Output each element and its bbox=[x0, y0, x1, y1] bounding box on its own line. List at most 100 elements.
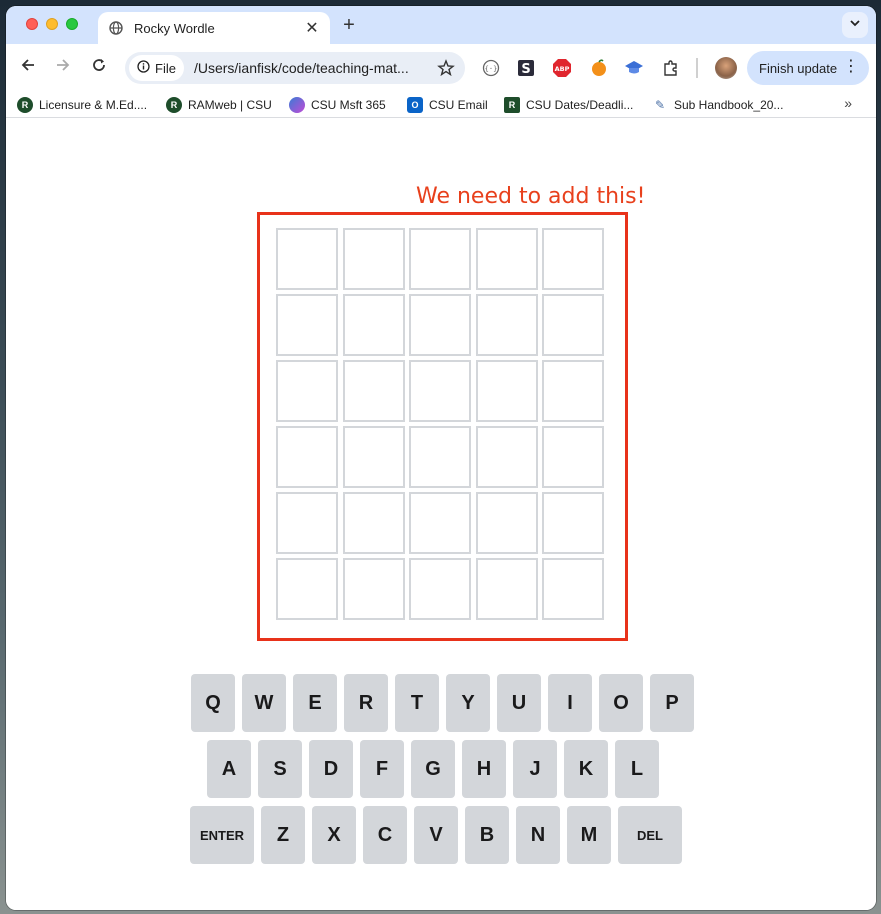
url-text: /Users/ianfisk/code/teaching-mat... bbox=[193, 60, 409, 76]
more-bookmarks-icon[interactable]: » bbox=[844, 95, 852, 111]
svg-text:{·}: {·} bbox=[485, 65, 498, 73]
address-bar[interactable]: File /Users/ianfisk/code/teaching-mat... bbox=[125, 52, 465, 84]
svg-text:S: S bbox=[521, 62, 530, 77]
key-i[interactable]: I bbox=[548, 674, 592, 732]
key-w[interactable]: W bbox=[242, 674, 286, 732]
board-cell bbox=[276, 492, 338, 554]
key-b[interactable]: B bbox=[465, 806, 509, 864]
zoom-window-button[interactable] bbox=[66, 18, 78, 30]
key-h[interactable]: H bbox=[462, 740, 506, 798]
tab-title: Rocky Wordle bbox=[134, 20, 215, 36]
bookmark-label: CSU Dates/Deadli... bbox=[526, 98, 634, 112]
back-button[interactable] bbox=[17, 56, 39, 78]
bookmark-sub-handbook[interactable]: ✎ Sub Handbook_20... bbox=[652, 95, 783, 115]
annotation-text: We need to add this! bbox=[416, 184, 646, 209]
csu-ram-icon: R bbox=[17, 97, 33, 113]
key-p[interactable]: P bbox=[650, 674, 694, 732]
key-v[interactable]: V bbox=[414, 806, 458, 864]
bookmark-label: Licensure & M.Ed.... bbox=[39, 98, 148, 112]
key-x[interactable]: X bbox=[312, 806, 356, 864]
key-u[interactable]: U bbox=[497, 674, 541, 732]
board-cell bbox=[342, 228, 405, 290]
board-cell bbox=[475, 360, 538, 422]
more-vert-icon[interactable]: ⋮ bbox=[843, 59, 859, 75]
site-info-chip[interactable]: File bbox=[129, 55, 184, 81]
board-cell bbox=[409, 492, 472, 554]
key-e[interactable]: E bbox=[293, 674, 337, 732]
board-cell bbox=[542, 360, 605, 422]
board-cell bbox=[276, 294, 338, 356]
arrow-left-icon bbox=[20, 57, 36, 78]
key-r[interactable]: R bbox=[344, 674, 388, 732]
board-cell bbox=[342, 294, 405, 356]
key-j[interactable]: J bbox=[513, 740, 557, 798]
microsoft-365-icon bbox=[289, 97, 305, 113]
key-c[interactable]: C bbox=[363, 806, 407, 864]
board-cell bbox=[342, 558, 405, 620]
json-viewer-icon[interactable]: {·} bbox=[481, 58, 501, 78]
bookmark-csu-email[interactable]: O CSU Email bbox=[407, 95, 488, 115]
board-cell bbox=[276, 360, 338, 422]
key-a[interactable]: A bbox=[207, 740, 251, 798]
outlook-icon: O bbox=[407, 97, 423, 113]
wordle-board bbox=[276, 228, 605, 620]
close-tab-icon[interactable]: ✕ bbox=[302, 18, 322, 38]
puzzle-icon[interactable] bbox=[661, 58, 681, 78]
svg-text:ABP: ABP bbox=[555, 65, 570, 73]
key-k[interactable]: K bbox=[564, 740, 608, 798]
board-cell bbox=[342, 492, 405, 554]
key-z[interactable]: Z bbox=[261, 806, 305, 864]
graduation-cap-icon[interactable] bbox=[624, 58, 644, 78]
reload-button[interactable] bbox=[88, 56, 110, 78]
bookmark-msft-365[interactable]: CSU Msft 365 bbox=[289, 95, 386, 115]
s-extension-icon[interactable]: S bbox=[516, 58, 536, 78]
key-n[interactable]: N bbox=[516, 806, 560, 864]
close-window-button[interactable] bbox=[26, 18, 38, 30]
finish-update-button[interactable]: Finish update ⋮ bbox=[747, 51, 869, 85]
finish-update-label: Finish update bbox=[759, 60, 838, 76]
profile-avatar[interactable] bbox=[715, 57, 737, 79]
tab-rocky-wordle[interactable]: Rocky Wordle ✕ bbox=[98, 12, 330, 44]
csu-ram-icon: R bbox=[166, 97, 182, 113]
key-enter[interactable]: ENTER bbox=[190, 806, 254, 864]
keyboard-row-3: ENTER Z X C V B N M DEL bbox=[190, 806, 682, 864]
key-q[interactable]: Q bbox=[191, 674, 235, 732]
new-tab-button[interactable]: + bbox=[338, 15, 360, 37]
browser-toolbar: File /Users/ianfisk/code/teaching-mat...… bbox=[6, 44, 876, 92]
site-info-label: File bbox=[155, 60, 176, 76]
board-cell bbox=[542, 426, 605, 488]
info-icon bbox=[137, 60, 150, 76]
board-cell bbox=[409, 558, 472, 620]
page-content: We need to add this! QWERTYUIOP ASDFGHJK… bbox=[6, 119, 876, 910]
bookmark-label: CSU Msft 365 bbox=[311, 98, 386, 112]
board-cell bbox=[475, 426, 538, 488]
key-g[interactable]: G bbox=[411, 740, 455, 798]
bookmark-licensure[interactable]: R Licensure & M.Ed.... bbox=[17, 95, 147, 115]
board-cell bbox=[409, 294, 472, 356]
key-o[interactable]: O bbox=[599, 674, 643, 732]
orange-extension-icon[interactable] bbox=[589, 58, 609, 78]
minimize-window-button[interactable] bbox=[46, 18, 58, 30]
key-m[interactable]: M bbox=[567, 806, 611, 864]
key-d[interactable]: D bbox=[309, 740, 353, 798]
board-cell bbox=[409, 426, 472, 488]
board-cell bbox=[276, 558, 338, 620]
tab-search-button[interactable] bbox=[842, 12, 868, 38]
board-cell bbox=[409, 228, 472, 290]
board-cell bbox=[475, 294, 538, 356]
key-del[interactable]: DEL bbox=[618, 806, 682, 864]
forward-button[interactable] bbox=[52, 56, 74, 78]
keyboard-row-1: QWERTYUIOP bbox=[191, 674, 694, 732]
key-l[interactable]: L bbox=[615, 740, 659, 798]
key-y[interactable]: Y bbox=[446, 674, 490, 732]
bookmark-ramweb[interactable]: R RAMweb | CSU bbox=[166, 95, 272, 115]
key-t[interactable]: T bbox=[395, 674, 439, 732]
board-cell bbox=[475, 492, 538, 554]
adblock-plus-icon[interactable]: ABP bbox=[552, 58, 572, 78]
bookmark-star-icon[interactable] bbox=[437, 59, 455, 82]
key-f[interactable]: F bbox=[360, 740, 404, 798]
chevron-down-icon bbox=[849, 16, 861, 34]
bookmark-csu-dates[interactable]: R CSU Dates/Deadli... bbox=[504, 95, 633, 115]
board-cell bbox=[409, 360, 472, 422]
key-s[interactable]: S bbox=[258, 740, 302, 798]
